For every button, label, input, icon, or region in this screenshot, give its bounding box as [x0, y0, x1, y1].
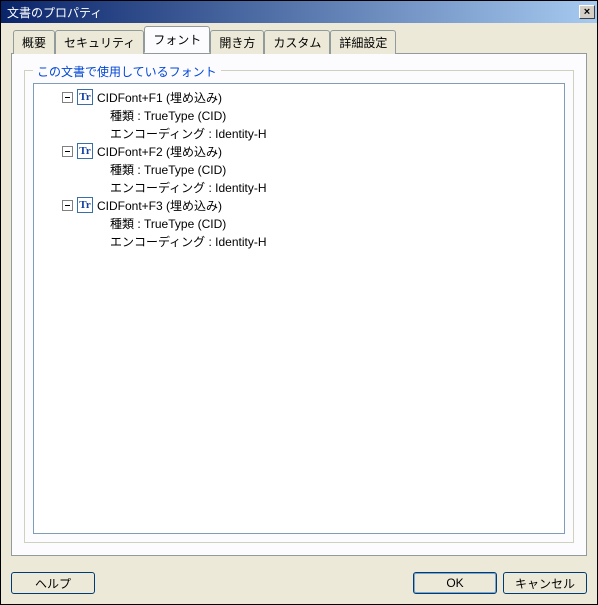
tree-expander-icon[interactable]: [62, 200, 73, 211]
close-button[interactable]: ×: [579, 5, 595, 19]
font-detail-row[interactable]: 種類 : TrueType (CID): [36, 214, 562, 232]
font-tree-node: Tr CIDFont+F2 (埋め込み) 種類 : TrueType (CID)…: [36, 142, 562, 196]
font-node-row[interactable]: Tr CIDFont+F2 (埋め込み): [36, 142, 562, 160]
font-name-label: CIDFont+F1 (埋め込み): [97, 89, 222, 106]
client-area: 概要 セキュリティ フォント 開き方 カスタム 詳細設定 この文書で使用している…: [1, 23, 597, 564]
font-node-row[interactable]: Tr CIDFont+F3 (埋め込み): [36, 196, 562, 214]
button-bar: ヘルプ OK キャンセル: [1, 564, 597, 604]
truetype-font-icon: Tr: [77, 143, 93, 159]
help-button[interactable]: ヘルプ: [11, 572, 95, 594]
window-title: 文書のプロパティ: [7, 4, 579, 21]
font-type-label: 種類 : TrueType (CID): [110, 107, 226, 124]
fonts-groupbox: この文書で使用しているフォント Tr CIDFont+F1 (埋め込み): [24, 70, 574, 543]
font-detail-row[interactable]: エンコーディング : Identity-H: [36, 124, 562, 142]
button-bar-spacer: [101, 572, 407, 594]
font-detail-row[interactable]: 種類 : TrueType (CID): [36, 160, 562, 178]
tab-fonts[interactable]: フォント: [144, 26, 210, 53]
font-name-label: CIDFont+F2 (埋め込み): [97, 143, 222, 160]
tab-advanced[interactable]: 詳細設定: [330, 30, 396, 54]
tab-summary[interactable]: 概要: [13, 30, 55, 54]
font-tree-node: Tr CIDFont+F3 (埋め込み) 種類 : TrueType (CID)…: [36, 196, 562, 250]
dialog-window: 文書のプロパティ × 概要 セキュリティ フォント 開き方 カスタム 詳細設定 …: [0, 0, 598, 605]
tab-panel-fonts: この文書で使用しているフォント Tr CIDFont+F1 (埋め込み): [11, 53, 587, 556]
font-type-label: 種類 : TrueType (CID): [110, 215, 226, 232]
font-encoding-label: エンコーディング : Identity-H: [110, 179, 267, 196]
tab-custom[interactable]: カスタム: [264, 30, 330, 54]
groupbox-legend: この文書で使用しているフォント: [33, 63, 221, 80]
font-detail-row[interactable]: エンコーディング : Identity-H: [36, 232, 562, 250]
font-encoding-label: エンコーディング : Identity-H: [110, 125, 267, 142]
font-type-label: 種類 : TrueType (CID): [110, 161, 226, 178]
font-node-row[interactable]: Tr CIDFont+F1 (埋め込み): [36, 88, 562, 106]
ok-button[interactable]: OK: [413, 572, 497, 594]
tab-initial-view[interactable]: 開き方: [210, 30, 264, 54]
font-detail-row[interactable]: エンコーディング : Identity-H: [36, 178, 562, 196]
tab-strip: 概要 セキュリティ フォント 開き方 カスタム 詳細設定: [11, 31, 587, 53]
truetype-font-icon: Tr: [77, 197, 93, 213]
font-tree-node: Tr CIDFont+F1 (埋め込み) 種類 : TrueType (CID)…: [36, 88, 562, 142]
font-detail-row[interactable]: 種類 : TrueType (CID): [36, 106, 562, 124]
title-bar: 文書のプロパティ ×: [1, 1, 597, 23]
fonts-treeview[interactable]: Tr CIDFont+F1 (埋め込み) 種類 : TrueType (CID)…: [33, 83, 565, 534]
tree-expander-icon[interactable]: [62, 92, 73, 103]
font-encoding-label: エンコーディング : Identity-H: [110, 233, 267, 250]
font-name-label: CIDFont+F3 (埋め込み): [97, 197, 222, 214]
cancel-button[interactable]: キャンセル: [503, 572, 587, 594]
tree-expander-icon[interactable]: [62, 146, 73, 157]
truetype-font-icon: Tr: [77, 89, 93, 105]
tab-security[interactable]: セキュリティ: [55, 30, 144, 54]
